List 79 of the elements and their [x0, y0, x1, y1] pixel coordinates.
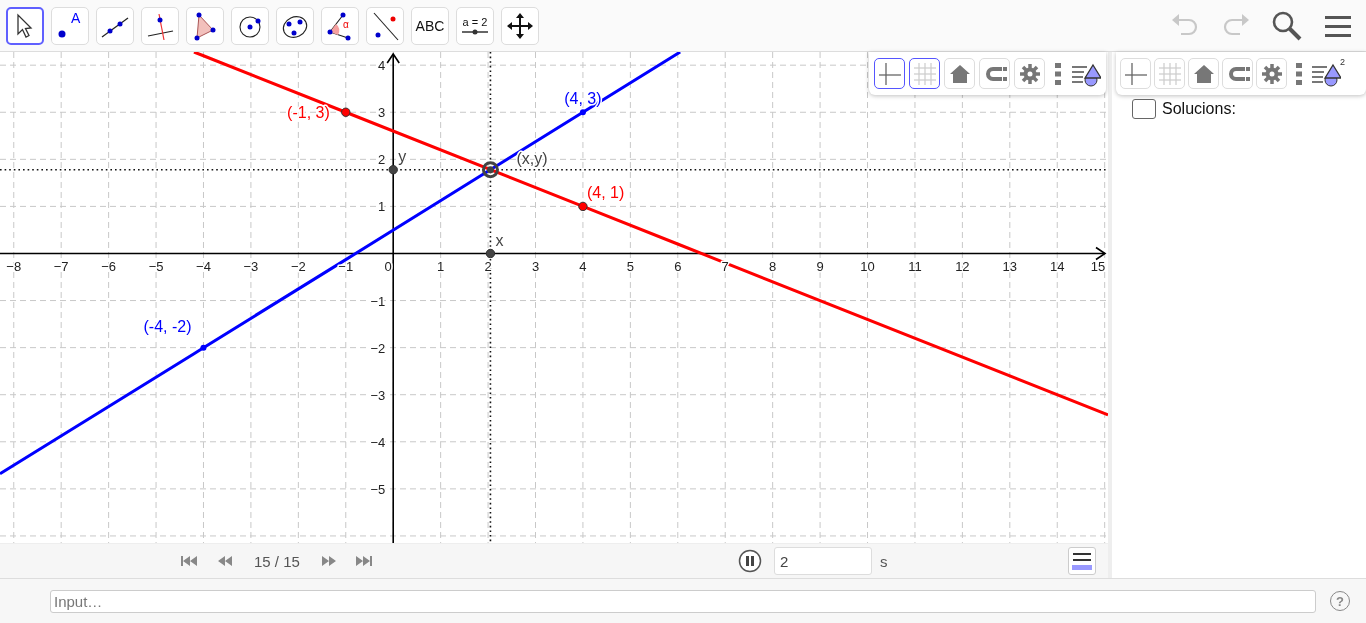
checkbox[interactable] [1132, 99, 1156, 119]
snap-button[interactable] [1222, 58, 1253, 89]
checkbox-label: Solucions: [1162, 100, 1236, 118]
tick-label: 4 [579, 259, 587, 275]
speed-field[interactable]: 2 [773, 547, 872, 575]
tick-label: 1 [377, 199, 386, 215]
input-field[interactable]: Input… [50, 589, 1316, 613]
point[interactable] [485, 248, 496, 259]
point-label: (4, 3) [564, 90, 602, 108]
tick-label: 3 [377, 105, 386, 121]
tick-label: 5 [626, 259, 634, 275]
frame-counter: 15 / 15 [254, 552, 300, 570]
tick-label: 6 [674, 259, 682, 275]
tick-label: 3 [531, 259, 540, 275]
tick-label: −3 [243, 259, 259, 275]
search-icon [1271, 9, 1303, 42]
slider-label: a = 2 [462, 15, 488, 28]
tick-label: 12 [955, 259, 970, 275]
axes-button[interactable] [874, 58, 905, 89]
pause-icon [737, 549, 762, 573]
tick-label: −1 [370, 293, 386, 309]
point-label: (-4, -2) [143, 317, 192, 335]
more-icon [1296, 62, 1302, 85]
tick-label: 10 [860, 259, 875, 275]
point-label: A [71, 9, 81, 26]
tool-button[interactable] [6, 6, 44, 45]
angle-label: α [343, 18, 349, 30]
point-label: x [495, 232, 504, 250]
tick-label: 2 [377, 152, 386, 168]
home-button[interactable] [1188, 58, 1219, 89]
tick-label: −4 [370, 434, 386, 450]
tick-label: −6 [101, 259, 117, 275]
point-label: (4, 1) [586, 184, 625, 202]
tick-label: 14 [1050, 259, 1065, 275]
pause-button[interactable] [737, 549, 762, 573]
tick-label: −2 [370, 340, 386, 356]
point[interactable] [341, 107, 351, 117]
tick-label: −5 [370, 481, 386, 497]
point[interactable] [388, 165, 398, 175]
algebra-view-button[interactable] [1068, 547, 1096, 575]
tool-button[interactable]: a = 2 [456, 6, 494, 45]
point[interactable] [578, 201, 588, 212]
tick-label: −3 [370, 387, 386, 403]
tick-label: 8 [769, 259, 777, 275]
more-icon [1055, 62, 1061, 85]
tick-label: −8 [6, 259, 22, 275]
tick-label: −5 [148, 259, 164, 275]
tick-label: 2 [484, 259, 492, 275]
tick-label: 9 [816, 259, 824, 275]
tick-label: 7 [721, 259, 729, 275]
tick-label: 1 [437, 259, 445, 275]
unit-label: s [879, 552, 889, 570]
tick-label: 11 [908, 259, 922, 275]
tick-label: −2 [290, 259, 306, 275]
tick-label: 0 [384, 259, 392, 275]
point[interactable] [579, 109, 586, 116]
tick-label: 4 [377, 58, 386, 74]
tool-button[interactable]: α [321, 6, 359, 45]
tick-label: 15 [1090, 259, 1106, 275]
point-label: (-1, 3) [287, 104, 330, 122]
search-button[interactable] [1271, 9, 1303, 42]
point-label: (x,y) [516, 149, 548, 167]
tick-label: 13 [1002, 259, 1018, 275]
tool-button[interactable]: A [51, 6, 89, 45]
settings-button[interactable] [1014, 58, 1045, 89]
tick-label: −7 [53, 259, 69, 275]
view-number: 2 [1340, 56, 1345, 67]
tick-label: −1 [338, 259, 354, 275]
point-label: y [398, 147, 407, 165]
slider-icon [459, 27, 491, 36]
tick-label: −4 [196, 259, 211, 275]
tool-button[interactable]: ABC [411, 6, 449, 45]
settings-button[interactable] [1256, 58, 1287, 89]
point-icon [58, 29, 66, 38]
intersection-point[interactable] [481, 161, 499, 179]
home-button[interactable] [944, 58, 975, 89]
point[interactable] [200, 344, 207, 351]
grid-button[interactable] [909, 58, 940, 89]
snap-button[interactable] [979, 58, 1010, 89]
